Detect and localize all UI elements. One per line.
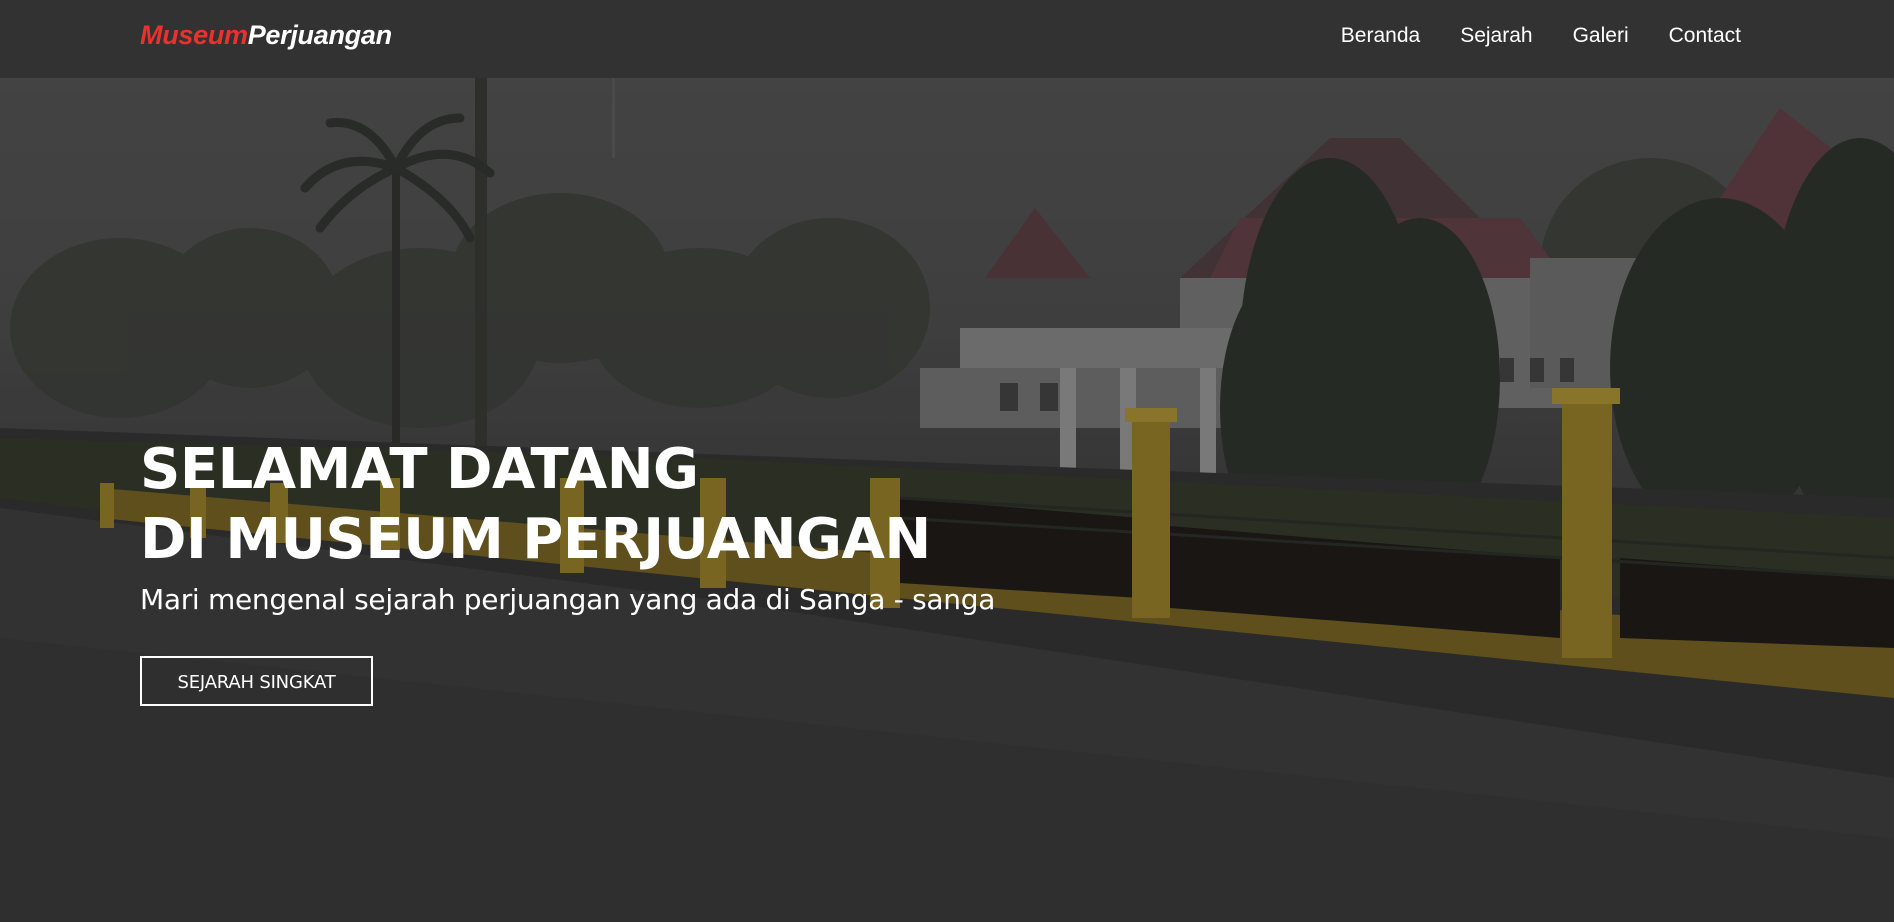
hero-title-line-1: SELAMAT DATANG	[140, 437, 699, 502]
hero-title: SELAMAT DATANG DI MUSEUM PERJUANGAN	[140, 435, 995, 575]
hero-content: SELAMAT DATANG DI MUSEUM PERJUANGAN Mari…	[140, 435, 995, 706]
navbar: MuseumPerjuangan Beranda Sejarah Galeri …	[0, 0, 1894, 78]
nav-item-galeri[interactable]: Galeri	[1573, 24, 1629, 48]
nav-item-contact[interactable]: Contact	[1669, 24, 1741, 48]
brand-logo[interactable]: MuseumPerjuangan	[140, 20, 392, 51]
nav-menu: Beranda Sejarah Galeri Contact	[1341, 24, 1741, 48]
hero-title-line-2: DI MUSEUM PERJUANGAN	[140, 507, 931, 572]
hero-section: SELAMAT DATANG DI MUSEUM PERJUANGAN Mari…	[0, 78, 1894, 922]
sejarah-singkat-button[interactable]: SEJARAH SINGKAT	[140, 656, 373, 706]
hero-subtitle: Mari mengenal sejarah perjuangan yang ad…	[140, 583, 996, 616]
nav-item-sejarah[interactable]: Sejarah	[1460, 24, 1532, 48]
brand-rest-text: Perjuangan	[247, 20, 392, 50]
nav-item-beranda[interactable]: Beranda	[1341, 24, 1420, 48]
page: MuseumPerjuangan Beranda Sejarah Galeri …	[0, 0, 1894, 922]
brand-accent-text: Museum	[140, 20, 248, 50]
